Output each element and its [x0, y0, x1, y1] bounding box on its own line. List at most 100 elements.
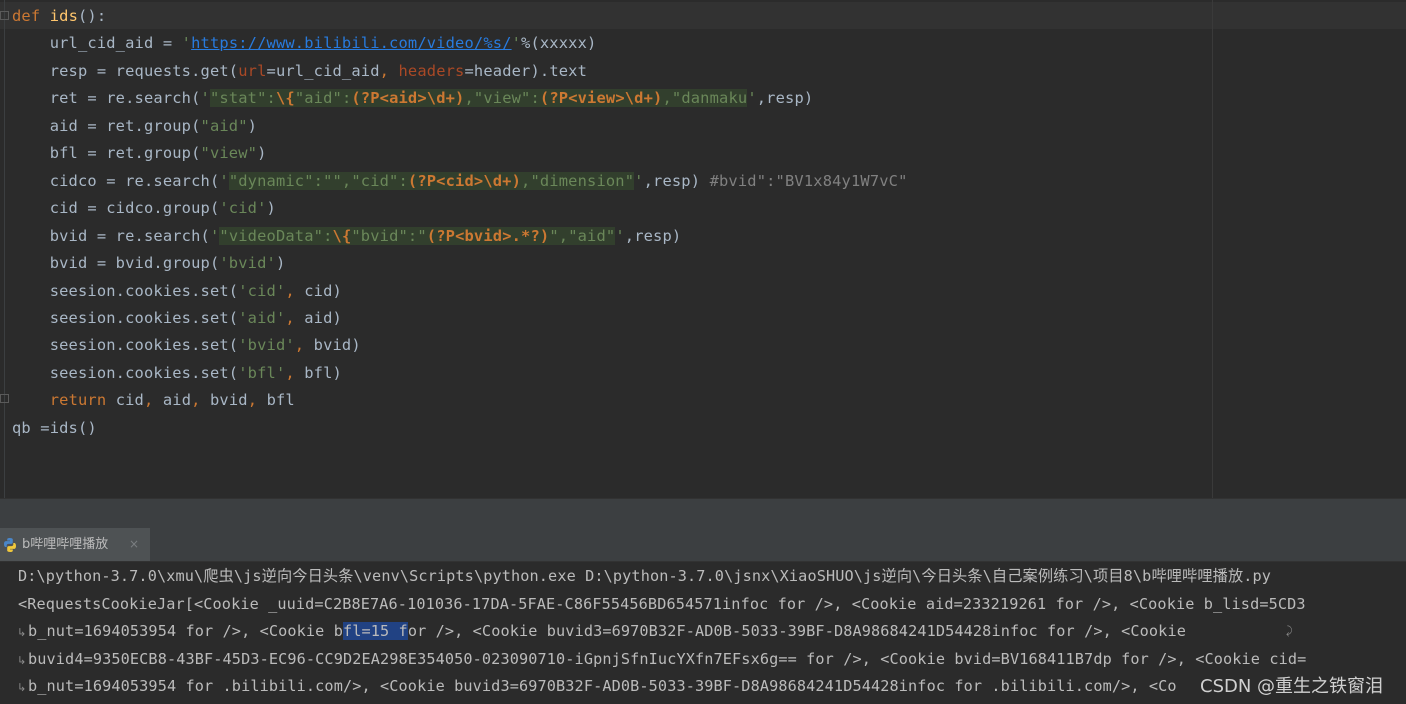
code-token: '	[634, 171, 644, 190]
console-line[interactable]: <RequestsCookieJar[<Cookie _uuid=C2B8E7A…	[18, 591, 1306, 618]
console-line[interactable]: b_nut=1694053954 for .bilibili.com/>, <C…	[28, 673, 1177, 700]
code-token: \{	[275, 89, 295, 108]
code-token: aid = ret.group(	[12, 116, 201, 135]
watermark: CSDN @重生之铁窗泪	[1200, 676, 1384, 697]
code-line[interactable]: return cid, aid, bvid, bfl	[12, 387, 295, 414]
code-token: "stat":	[209, 89, 276, 108]
code-token: '	[615, 226, 625, 245]
code-token: '	[747, 89, 757, 108]
code-token: seesion.cookies.set(	[12, 281, 239, 300]
soft-wrap-icon: ↳	[17, 653, 27, 667]
code-line[interactable]: cidco = re.search('"dynamic":"","cid":(?…	[12, 168, 908, 195]
code-token: '	[181, 34, 192, 53]
code-token: "aid":	[294, 89, 352, 108]
code-token: bfl)	[304, 363, 342, 382]
code-line[interactable]: seesion.cookies.set('cid', cid)	[12, 278, 342, 305]
code-token: ,"dimension"	[521, 171, 635, 190]
code-token: ,	[143, 391, 163, 410]
code-token: cid)	[304, 281, 342, 300]
code-token: '	[200, 89, 210, 108]
code-token: (?P<bvid>.*?)	[426, 226, 550, 245]
code-line[interactable]: cid = cidco.group('cid')	[12, 195, 276, 222]
code-token: ,	[285, 281, 305, 300]
console-text: or />, <Cookie buvid3=6970B32F-AD0B-5033…	[407, 622, 1186, 640]
code-token: https://www.bilibili.com/video/%s/	[191, 34, 512, 53]
code-token: ,resp)	[624, 226, 682, 245]
code-token: =url_cid_aid	[266, 61, 380, 80]
code-token: ,	[247, 391, 267, 410]
code-token: bvid	[209, 391, 248, 410]
run-tab-label: b哔哩哔哩播放	[22, 537, 109, 552]
code-token: #bvid":"BV1x84y1W7vC"	[709, 171, 908, 190]
fold-marker-icon[interactable]	[0, 11, 9, 20]
code-token: resp = requests.get(	[12, 61, 239, 80]
console-line[interactable]: b_nut=1694053954 for />, <Cookie bfl=15 …	[28, 618, 1186, 645]
code-line[interactable]: bvid = re.search('"videoData":\{"bvid":"…	[12, 223, 681, 250]
run-console-output[interactable]: D:\python-3.7.0\xmu\爬虫\js逆向今日头条\venv\Scr…	[0, 562, 1406, 704]
console-text: b_nut=1694053954 for />, <Cookie b	[28, 622, 343, 640]
code-token: ret = re.search(	[12, 89, 201, 108]
console-text: D:\python-3.7.0\xmu\爬虫\js逆向今日头条\venv\Scr…	[18, 567, 1272, 585]
code-token: seesion.cookies.set(	[12, 308, 239, 327]
code-token: '	[219, 171, 229, 190]
code-token: ,resp)	[756, 89, 814, 108]
code-editor[interactable]: def ids(): url_cid_aid = 'https://www.bi…	[0, 0, 1406, 498]
code-line[interactable]: ret = re.search('"stat":\{"aid":(?P<aid>…	[12, 85, 813, 112]
code-line[interactable]: url_cid_aid = 'https://www.bilibili.com/…	[12, 30, 597, 57]
code-token: 'cid'	[219, 199, 267, 218]
code-token: bvid)	[313, 336, 361, 355]
panel-splitter[interactable]	[0, 498, 1406, 528]
code-line[interactable]: seesion.cookies.set('bvid', bvid)	[12, 332, 361, 359]
gutter-divider	[4, 0, 5, 498]
code-line[interactable]: def ids():	[12, 3, 106, 30]
code-token: ():	[78, 7, 107, 25]
code-token: 'bvid'	[219, 254, 276, 273]
code-line[interactable]: bfl = ret.group("view")	[12, 140, 267, 167]
code-token: seesion.cookies.set(	[12, 363, 239, 382]
code-line[interactable]: seesion.cookies.set('aid', aid)	[12, 305, 342, 332]
code-token: headers	[398, 61, 465, 80]
selected-text: fl=15 f	[342, 622, 408, 640]
soft-wrap-icon: ↳	[17, 626, 27, 639]
code-token: "videoData":	[219, 226, 333, 245]
code-token: =header).text	[464, 61, 588, 80]
code-token: bvid = bvid.group(	[12, 254, 220, 273]
code-line[interactable]: aid = ret.group("aid")	[12, 113, 257, 140]
code-token: (?P<aid>\d+)	[351, 89, 465, 108]
code-line[interactable]: seesion.cookies.set('bfl', bfl)	[12, 360, 342, 387]
code-token: ,	[285, 363, 305, 382]
console-line[interactable]: D:\python-3.7.0\xmu\爬虫\js逆向今日头条\venv\Scr…	[18, 563, 1271, 590]
code-line[interactable]: bvid = bvid.group('bvid')	[12, 250, 286, 277]
console-line[interactable]: buvid4=9350ECB8-43BF-45D3-EC96-CC9D2EA29…	[28, 646, 1306, 673]
code-line[interactable]: qb =ids()	[12, 415, 97, 442]
code-token: ,	[379, 61, 399, 80]
code-token: bfl = ret.group(	[12, 144, 201, 163]
code-token: url	[238, 61, 267, 80]
code-token: 'aid'	[238, 308, 286, 327]
code-token: "view"	[200, 144, 258, 163]
code-token: return	[49, 391, 116, 410]
code-token: cidco = re.search(	[12, 171, 220, 190]
close-icon[interactable]: ×	[129, 528, 139, 561]
code-token: cid = cidco.group(	[12, 199, 220, 218]
code-token: aid)	[304, 308, 342, 327]
code-token: (?P<view>\d+)	[539, 89, 663, 108]
code-token: ,	[285, 308, 305, 327]
fold-end-marker-icon[interactable]	[0, 394, 9, 403]
code-token: bvid = re.search(	[12, 226, 210, 245]
run-tab[interactable]: b哔哩哔哩播放 ×	[0, 528, 150, 561]
code-token: "bvid":"	[351, 226, 427, 245]
code-token: url_cid_aid =	[12, 34, 182, 53]
code-token: ,resp)	[643, 171, 710, 190]
code-token: ,	[191, 391, 210, 410]
code-line[interactable]: resp = requests.get(url=url_cid_aid, hea…	[12, 58, 587, 85]
code-token: \{	[332, 226, 352, 245]
code-token: bfl	[266, 391, 295, 410]
soft-wrap-icon: ↳	[17, 681, 27, 694]
code-token: ","aid"	[549, 226, 616, 245]
code-token: '	[209, 226, 220, 245]
code-token: aid	[162, 391, 192, 410]
code-token: cid	[115, 391, 144, 410]
code-token: ,"view":	[464, 89, 540, 108]
